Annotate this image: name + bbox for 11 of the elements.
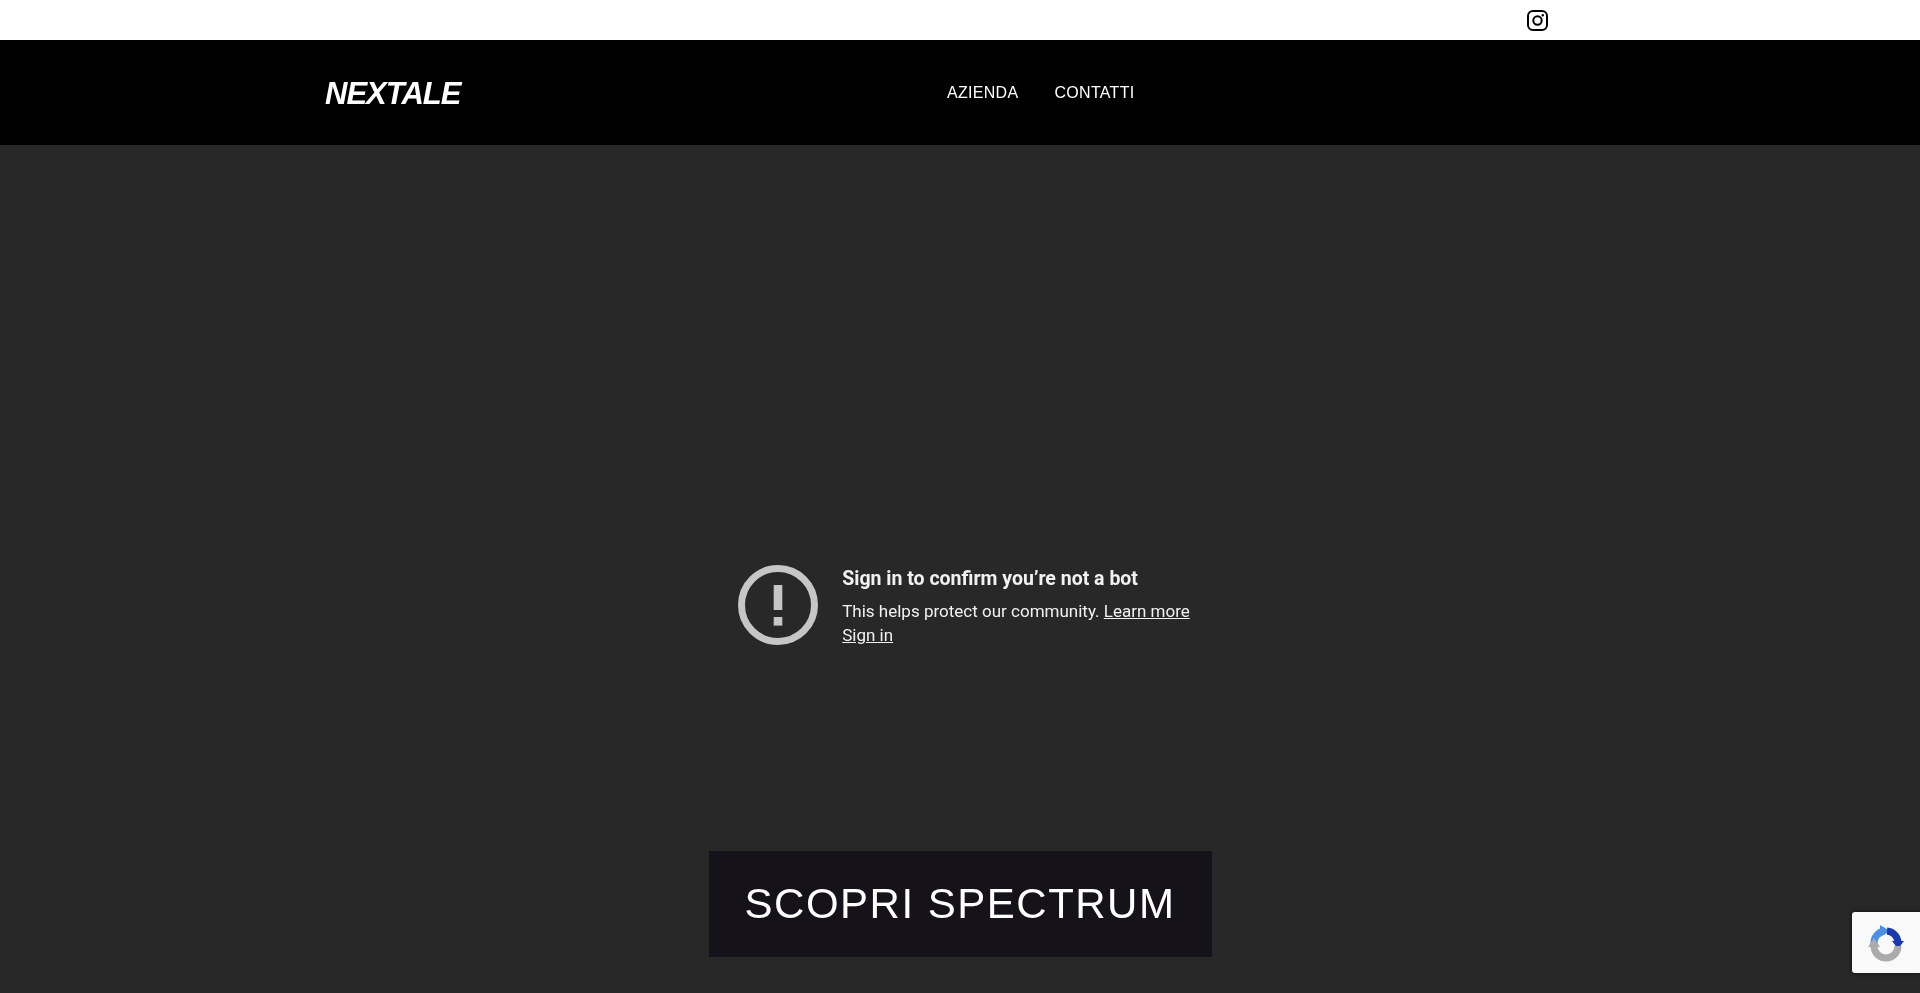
sign-in-link[interactable]: Sign in bbox=[842, 623, 894, 647]
notice-message: This helps protect our community. Learn more bbox=[842, 600, 1190, 623]
exclamation-circle-icon bbox=[738, 565, 819, 645]
nav-link[interactable]: CONTATTI bbox=[1054, 83, 1135, 102]
brand-logo[interactable]: NEXTALE bbox=[325, 73, 475, 112]
notice-title: Sign in to confirm you’re not a bot bbox=[842, 566, 1139, 592]
instagram-icon[interactable] bbox=[1527, 9, 1548, 31]
circular-arrows-icon bbox=[1866, 922, 1906, 963]
cta-button[interactable]: SCOPRI SPECTRUM bbox=[708, 851, 1212, 957]
learn-more-link[interactable]: Learn more bbox=[1103, 601, 1190, 621]
nav-link[interactable]: AZIENDA bbox=[947, 83, 1019, 102]
